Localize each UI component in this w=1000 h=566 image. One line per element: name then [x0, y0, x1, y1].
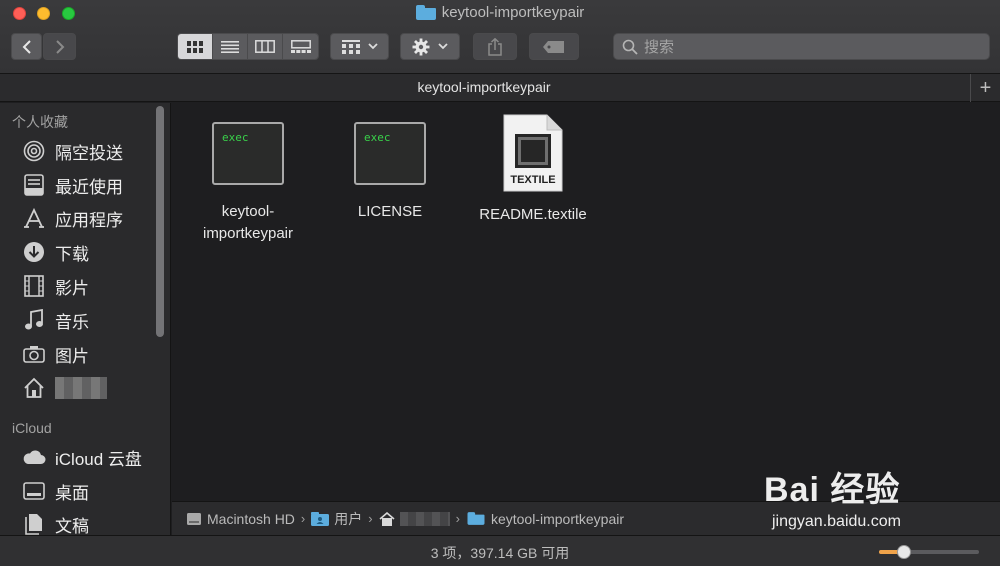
chevron-down-icon	[438, 43, 448, 50]
group-grid-icon	[341, 39, 360, 54]
tab-keytool-importkeypair[interactable]: keytool-importkeypair	[0, 79, 968, 95]
window-title-text: keytool-importkeypair	[441, 4, 585, 21]
view-mode-control	[177, 33, 319, 60]
desktop-icon	[22, 479, 46, 503]
path-item-keytool-importkeypair[interactable]: keytool-importkeypair	[466, 511, 624, 527]
file-name-line2: importkeypair	[202, 225, 294, 242]
pictures-icon	[22, 342, 46, 366]
search-icon	[622, 39, 638, 55]
sidebar-item-downloads[interactable]: 下载	[22, 239, 89, 265]
path-separator: ›	[300, 511, 306, 526]
applications-icon	[22, 206, 46, 230]
sidebar-item-documents[interactable]: 文稿	[22, 511, 89, 535]
status-text: 3 项，397.14 GB 可用	[430, 545, 570, 561]
path-item-home[interactable]	[379, 511, 450, 526]
music-icon	[22, 308, 46, 332]
sidebar-item-pictures[interactable]: 图片	[22, 341, 89, 367]
slider-knob[interactable]	[897, 545, 911, 559]
tab-bar: keytool-importkeypair +	[0, 74, 1000, 102]
search-placeholder: 搜索	[644, 39, 675, 56]
sidebar-item-label: 影片	[55, 278, 89, 298]
document-icon-label: TEXTILE	[510, 174, 556, 186]
status-bar: 3 项，397.14 GB 可用	[0, 535, 1000, 566]
cloud-icon	[22, 445, 46, 469]
share-button[interactable]	[473, 33, 517, 60]
sidebar-item-label: 文稿	[55, 516, 89, 536]
file-item[interactable]: exec keytool- importkeypair	[183, 122, 313, 245]
grid-icon	[187, 40, 203, 53]
new-tab-button[interactable]: +	[970, 74, 1000, 102]
exec-file-icon: exec	[212, 122, 284, 185]
sidebar-scrollbar[interactable]	[156, 106, 164, 337]
group-by-button[interactable]	[330, 33, 389, 60]
redacted-username	[55, 377, 107, 399]
file-item[interactable]: TEXTILE README.textile	[468, 114, 598, 226]
exec-file-icon: exec	[354, 122, 426, 185]
window-title: keytool-importkeypair	[0, 4, 1000, 21]
icon-view-button[interactable]	[178, 34, 213, 59]
tag-icon	[543, 40, 564, 53]
file-name-line1: keytool-	[221, 203, 275, 220]
path-item-macintosh-hd[interactable]: Macintosh HD	[186, 511, 295, 527]
sidebar-item-label: iCloud 云盘	[55, 449, 142, 469]
sidebar-item-label: 音乐	[55, 312, 89, 332]
file-item[interactable]: exec LICENSE	[325, 122, 455, 223]
columns-icon	[255, 40, 275, 53]
path-item-users[interactable]: 用户	[311, 509, 362, 529]
gallery-icon	[290, 40, 311, 53]
sidebar-item-movies[interactable]: 影片	[22, 273, 89, 299]
redacted-username	[399, 511, 450, 526]
chevron-right-icon	[55, 39, 64, 54]
home-icon	[379, 511, 395, 526]
path-separator: ›	[455, 511, 460, 526]
sidebar-item-home[interactable]	[22, 375, 107, 401]
tags-button[interactable]	[529, 33, 579, 60]
path-separator: ›	[368, 511, 373, 526]
hard-drive-icon	[187, 512, 201, 525]
icon-size-slider[interactable]	[879, 545, 979, 559]
folder-icon	[467, 512, 485, 525]
back-button[interactable]	[11, 33, 42, 60]
file-name-line1: LICENSE	[357, 203, 423, 220]
home-icon	[22, 376, 46, 400]
sidebar-item-applications[interactable]: 应用程序	[22, 205, 123, 231]
search-field[interactable]: 搜索	[613, 33, 990, 60]
list-view-button[interactable]	[213, 34, 248, 59]
sidebar-item-label: 图片	[55, 346, 89, 366]
movies-icon	[22, 274, 46, 298]
gallery-view-button[interactable]	[283, 34, 318, 59]
sidebar: 个人收藏 隔空投送 最近使用 应用程序 下载 影片 音乐 图片 iCloud i…	[0, 103, 171, 535]
list-icon	[221, 40, 239, 53]
sidebar-header-icloud: iCloud	[12, 420, 52, 436]
sidebar-item-icloud-drive[interactable]: iCloud 云盘	[22, 444, 142, 470]
sidebar-item-music[interactable]: 音乐	[22, 307, 89, 333]
sidebar-item-label: 应用程序	[55, 210, 123, 230]
path-bar: Macintosh HD › 用户 › › keytool-importkeyp…	[172, 501, 1000, 535]
sidebar-item-label: 下载	[55, 244, 89, 264]
sidebar-item-label: 最近使用	[55, 177, 123, 197]
action-button[interactable]	[400, 33, 460, 60]
forward-button[interactable]	[43, 33, 76, 60]
file-name-line1: README.textile	[479, 206, 587, 223]
chevron-down-icon	[367, 43, 378, 50]
sidebar-item-desktop[interactable]: 桌面	[22, 478, 89, 504]
users-folder-icon	[311, 511, 330, 526]
sidebar-header-favorites: 个人收藏	[12, 114, 68, 130]
sidebar-item-label: 隔空投送	[55, 143, 123, 163]
sidebar-item-recents[interactable]: 最近使用	[22, 172, 123, 198]
gear-icon	[412, 38, 430, 55]
sidebar-item-airdrop[interactable]: 隔空投送	[22, 138, 123, 164]
downloads-icon	[22, 240, 46, 264]
airdrop-icon	[22, 139, 46, 163]
sidebar-item-label: 桌面	[55, 483, 89, 503]
share-icon	[488, 37, 502, 56]
recents-icon	[22, 173, 46, 197]
document-icon: TEXTILE	[503, 114, 563, 192]
column-view-button[interactable]	[248, 34, 283, 59]
folder-icon	[415, 5, 436, 20]
chevron-left-icon	[22, 39, 31, 54]
file-browser-content: exec keytool- importkeypair exec LICENSE…	[172, 103, 1000, 501]
documents-icon	[22, 512, 46, 535]
window-toolbar: keytool-importkeypair 搜索	[0, 0, 1000, 74]
